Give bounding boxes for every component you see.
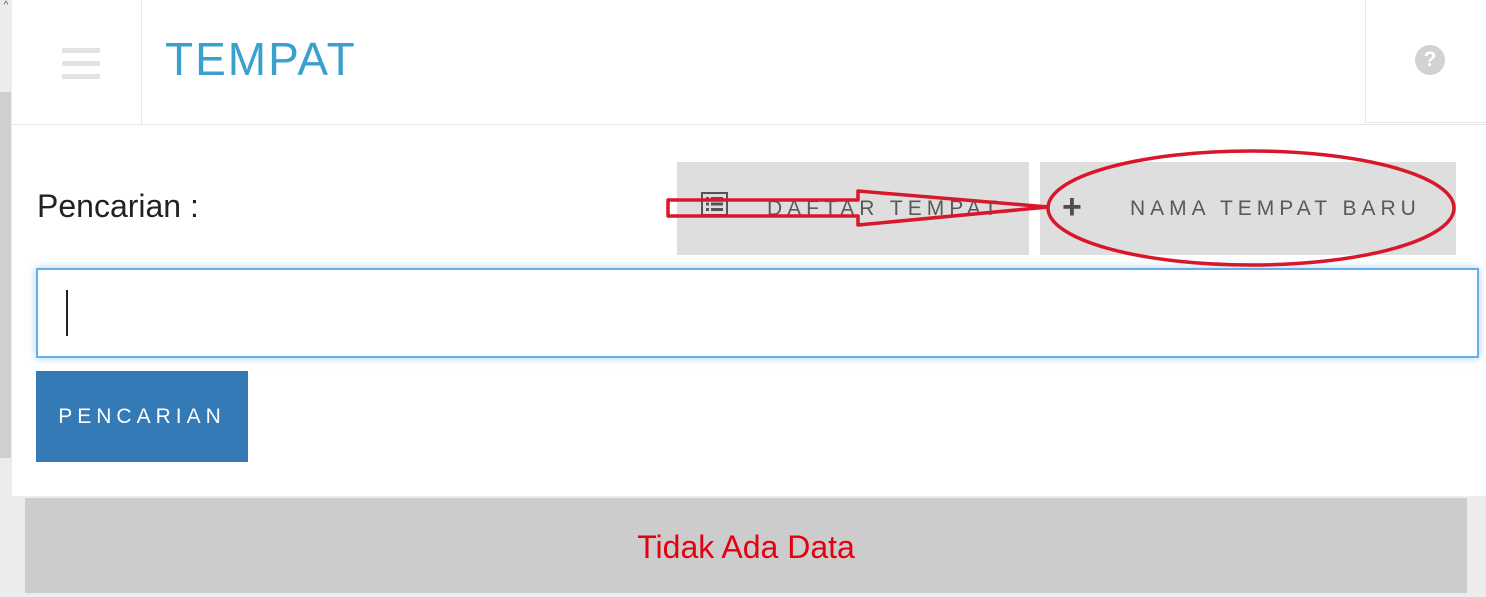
page-header: TEMPAT ? <box>12 0 1486 125</box>
scrollbar-track[interactable] <box>0 92 11 458</box>
search-label: Pencarian : <box>37 188 199 224</box>
main-card: TEMPAT ? Pencarian : DAFTAR TEMPAT + NAM… <box>12 0 1486 496</box>
new-place-label: NAMA TEMPAT BARU <box>1130 197 1421 220</box>
empty-results-panel: Tidak Ada Data <box>25 498 1467 593</box>
search-button[interactable]: PENCARIAN <box>36 371 248 462</box>
plus-icon: + <box>1062 188 1087 226</box>
search-input[interactable] <box>36 268 1479 358</box>
page-title: TEMPAT <box>165 33 357 85</box>
scroll-up-icon[interactable]: ^ <box>0 0 12 14</box>
text-cursor <box>66 290 68 336</box>
hamburger-menu-icon <box>62 48 100 79</box>
list-places-button[interactable]: DAFTAR TEMPAT <box>677 162 1029 255</box>
list-icon <box>701 192 728 216</box>
question-circle-icon[interactable]: ? <box>1415 45 1445 75</box>
list-places-label: DAFTAR TEMPAT <box>767 197 1002 220</box>
empty-results-message: Tidak Ada Data <box>637 529 855 565</box>
new-place-button[interactable]: + NAMA TEMPAT BARU <box>1040 162 1456 255</box>
menu-button[interactable] <box>12 0 142 124</box>
